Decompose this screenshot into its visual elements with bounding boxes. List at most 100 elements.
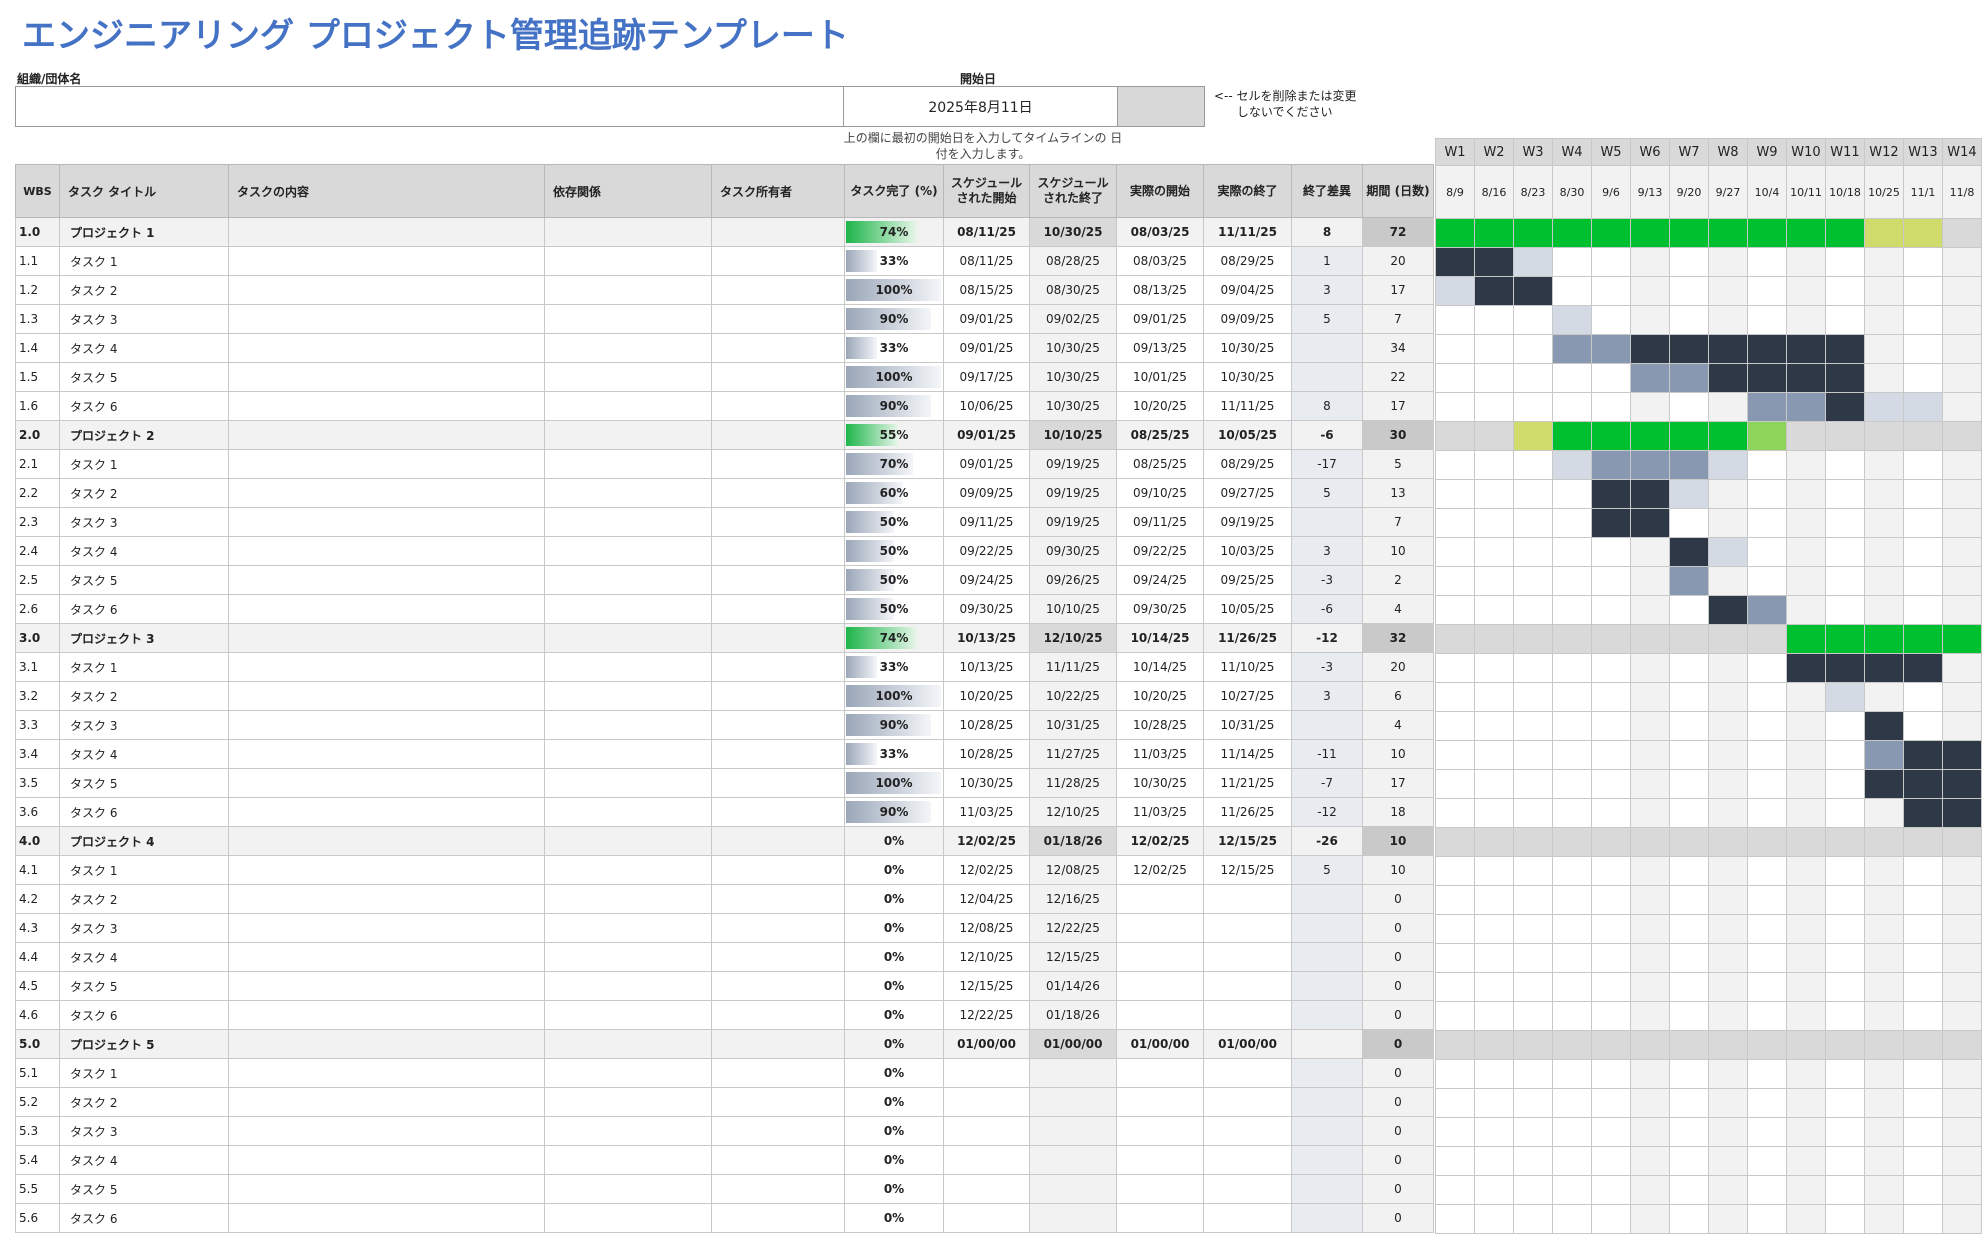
cell-scheduled-start[interactable]: 12/02/25 <box>943 826 1030 856</box>
cell-variance[interactable] <box>1291 333 1363 363</box>
cell-variance[interactable]: -3 <box>1291 565 1363 595</box>
cell-scheduled-start[interactable]: 09/01/25 <box>943 449 1030 479</box>
cell-actual-start[interactable] <box>1116 913 1204 943</box>
cell-scheduled-end[interactable]: 09/30/25 <box>1029 536 1117 566</box>
cell-scheduled-end[interactable]: 12/08/25 <box>1029 855 1117 885</box>
cell-title[interactable]: タスク 1 <box>59 855 229 885</box>
cell-dependency[interactable] <box>544 594 712 624</box>
cell-scheduled-start[interactable]: 12/22/25 <box>943 1000 1030 1030</box>
cell-desc[interactable] <box>228 681 545 711</box>
cell-scheduled-end[interactable]: 09/02/25 <box>1029 304 1117 334</box>
cell-scheduled-start[interactable] <box>943 1174 1030 1204</box>
cell-dependency[interactable] <box>544 1174 712 1204</box>
cell-duration[interactable]: 20 <box>1362 652 1434 682</box>
cell-actual-end[interactable]: 10/31/25 <box>1203 710 1292 740</box>
cell-wbs[interactable]: 5.6 <box>15 1203 60 1233</box>
cell-desc[interactable] <box>228 884 545 914</box>
cell-actual-end[interactable] <box>1203 1145 1292 1175</box>
cell-owner[interactable] <box>711 623 845 653</box>
cell-actual-end[interactable]: 11/21/25 <box>1203 768 1292 798</box>
cell-scheduled-end[interactable]: 10/22/25 <box>1029 681 1117 711</box>
cell-actual-start[interactable]: 10/20/25 <box>1116 681 1204 711</box>
cell-actual-end[interactable]: 08/29/25 <box>1203 246 1292 276</box>
cell-desc[interactable] <box>228 1029 545 1059</box>
cell-actual-end[interactable]: 11/14/25 <box>1203 739 1292 769</box>
cell-actual-end[interactable]: 12/15/25 <box>1203 855 1292 885</box>
cell-percent[interactable]: 0% <box>844 884 944 914</box>
cell-desc[interactable] <box>228 594 545 624</box>
cell-actual-start[interactable]: 01/00/00 <box>1116 1029 1204 1059</box>
cell-wbs[interactable]: 4.0 <box>15 826 60 856</box>
cell-owner[interactable] <box>711 884 845 914</box>
cell-owner[interactable] <box>711 652 845 682</box>
cell-actual-start[interactable] <box>1116 1000 1204 1030</box>
cell-variance[interactable]: 3 <box>1291 536 1363 566</box>
cell-owner[interactable] <box>711 1029 845 1059</box>
cell-title[interactable]: タスク 4 <box>59 333 229 363</box>
cell-percent[interactable]: 70% <box>844 449 944 479</box>
cell-owner[interactable] <box>711 362 845 392</box>
cell-wbs[interactable]: 2.4 <box>15 536 60 566</box>
cell-dependency[interactable] <box>544 1087 712 1117</box>
cell-actual-start[interactable]: 09/01/25 <box>1116 304 1204 334</box>
cell-actual-start[interactable] <box>1116 1058 1204 1088</box>
cell-owner[interactable] <box>711 739 845 769</box>
cell-percent[interactable]: 33% <box>844 246 944 276</box>
cell-desc[interactable] <box>228 304 545 334</box>
cell-wbs[interactable]: 3.4 <box>15 739 60 769</box>
cell-scheduled-start[interactable]: 10/13/25 <box>943 652 1030 682</box>
cell-scheduled-end[interactable] <box>1029 1116 1117 1146</box>
cell-actual-end[interactable] <box>1203 1116 1292 1146</box>
cell-scheduled-start[interactable]: 10/13/25 <box>943 623 1030 653</box>
cell-duration[interactable]: 10 <box>1362 826 1434 856</box>
cell-owner[interactable] <box>711 1145 845 1175</box>
cell-variance[interactable] <box>1291 1058 1363 1088</box>
cell-dependency[interactable] <box>544 826 712 856</box>
cell-scheduled-end[interactable]: 10/30/25 <box>1029 217 1117 247</box>
cell-desc[interactable] <box>228 507 545 537</box>
cell-title[interactable]: タスク 6 <box>59 594 229 624</box>
cell-title[interactable]: プロジェクト 1 <box>59 217 229 247</box>
cell-scheduled-start[interactable]: 10/30/25 <box>943 768 1030 798</box>
cell-actual-start[interactable]: 08/03/25 <box>1116 246 1204 276</box>
cell-actual-end[interactable] <box>1203 1087 1292 1117</box>
cell-duration[interactable]: 17 <box>1362 275 1434 305</box>
cell-duration[interactable]: 18 <box>1362 797 1434 827</box>
cell-title[interactable]: タスク 5 <box>59 768 229 798</box>
cell-actual-start[interactable] <box>1116 1087 1204 1117</box>
cell-percent[interactable]: 50% <box>844 507 944 537</box>
cell-title[interactable]: タスク 6 <box>59 1203 229 1233</box>
cell-duration[interactable]: 0 <box>1362 971 1434 1001</box>
cell-title[interactable]: タスク 6 <box>59 391 229 421</box>
cell-desc[interactable] <box>228 826 545 856</box>
cell-title[interactable]: タスク 3 <box>59 710 229 740</box>
cell-actual-start[interactable]: 09/11/25 <box>1116 507 1204 537</box>
cell-title[interactable]: タスク 2 <box>59 275 229 305</box>
cell-owner[interactable] <box>711 913 845 943</box>
cell-percent[interactable]: 100% <box>844 768 944 798</box>
cell-actual-start[interactable]: 09/10/25 <box>1116 478 1204 508</box>
cell-title[interactable]: タスク 5 <box>59 362 229 392</box>
cell-desc[interactable] <box>228 1116 545 1146</box>
cell-title[interactable]: タスク 4 <box>59 1145 229 1175</box>
cell-scheduled-end[interactable]: 10/31/25 <box>1029 710 1117 740</box>
cell-wbs[interactable]: 4.2 <box>15 884 60 914</box>
cell-variance[interactable]: -12 <box>1291 797 1363 827</box>
cell-percent[interactable]: 33% <box>844 739 944 769</box>
cell-owner[interactable] <box>711 391 845 421</box>
cell-percent[interactable]: 74% <box>844 623 944 653</box>
cell-percent[interactable]: 0% <box>844 1087 944 1117</box>
cell-scheduled-start[interactable] <box>943 1087 1030 1117</box>
cell-title[interactable]: タスク 6 <box>59 797 229 827</box>
cell-variance[interactable]: -6 <box>1291 420 1363 450</box>
cell-scheduled-end[interactable] <box>1029 1058 1117 1088</box>
cell-percent[interactable]: 90% <box>844 304 944 334</box>
cell-wbs[interactable]: 2.0 <box>15 420 60 450</box>
cell-title[interactable]: タスク 2 <box>59 1087 229 1117</box>
cell-scheduled-end[interactable]: 01/00/00 <box>1029 1029 1117 1059</box>
cell-scheduled-start[interactable]: 08/15/25 <box>943 275 1030 305</box>
cell-variance[interactable] <box>1291 362 1363 392</box>
cell-actual-start[interactable]: 10/14/25 <box>1116 623 1204 653</box>
cell-percent[interactable]: 0% <box>844 1174 944 1204</box>
cell-variance[interactable] <box>1291 1203 1363 1233</box>
